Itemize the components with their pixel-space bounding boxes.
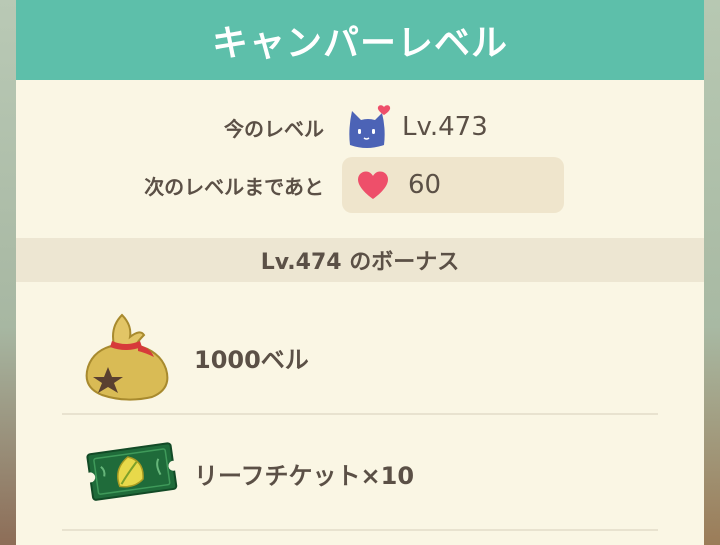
heart-icon <box>358 171 388 199</box>
divider <box>62 413 658 415</box>
current-level-label: 今のレベル <box>224 116 324 141</box>
cat-level-icon <box>349 105 391 148</box>
camper-level-dialog: キャンパーレベル 今のレベル Lv.473 次のレベルまであと 60 Lv.47… <box>16 0 704 545</box>
points-remaining-value: 60 <box>408 170 442 200</box>
bell-bag-icon <box>85 313 169 401</box>
current-level-value: Lv.473 <box>402 112 488 142</box>
background-left <box>0 0 16 545</box>
reward-label: リーフチケット×10 <box>194 461 415 490</box>
next-level-label: 次のレベルまであと <box>144 174 324 199</box>
reward-item: リーフチケット×10 <box>62 418 658 528</box>
friendship-points-box: 60 <box>342 157 564 213</box>
bonus-title: Lv.474 のボーナス <box>260 250 460 275</box>
dialog-header: キャンパーレベル <box>16 0 704 80</box>
divider <box>62 529 658 531</box>
leaf-ticket-icon <box>85 442 179 501</box>
reward-item: 1000ベル <box>62 302 658 412</box>
bonus-header: Lv.474 のボーナス <box>16 238 704 282</box>
reward-label: 1000ベル <box>194 345 309 374</box>
next-level-row: 次のレベルまであと 60 <box>16 157 704 213</box>
background-right <box>704 0 720 545</box>
current-level-row: 今のレベル Lv.473 <box>16 102 704 152</box>
dialog-title: キャンパーレベル <box>211 23 508 64</box>
